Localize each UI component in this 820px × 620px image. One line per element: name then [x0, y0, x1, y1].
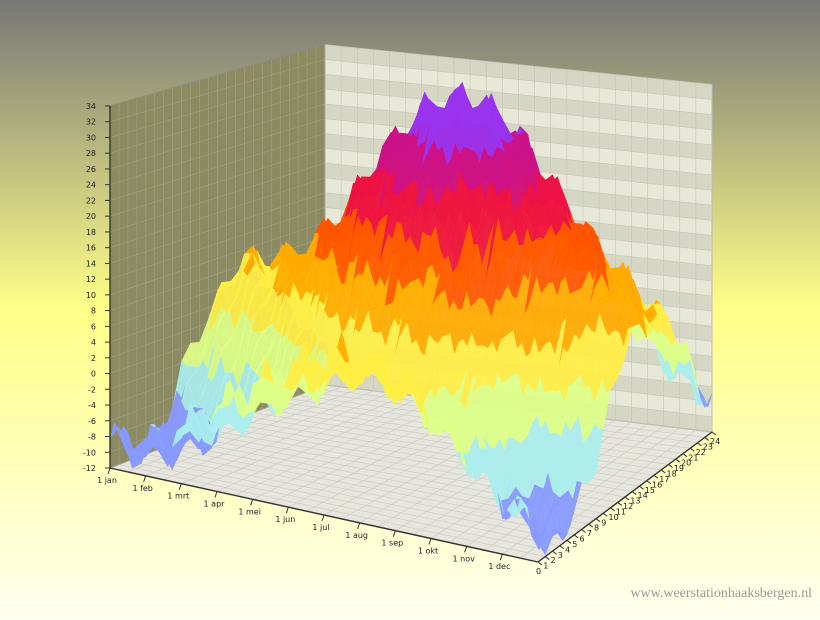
- z-tick-label: 10: [86, 291, 96, 300]
- z-tick-label: 26: [86, 165, 96, 174]
- x-tick-label: 1 jan: [97, 476, 117, 485]
- y-tick-label: 2: [551, 556, 556, 565]
- z-tick-label: 8: [91, 307, 96, 316]
- z-tick-label: -10: [83, 448, 96, 457]
- z-tick-label: 2: [91, 354, 96, 363]
- z-tick-label: 18: [86, 228, 96, 237]
- z-tick-label: 14: [86, 259, 96, 268]
- chart-container: 34 32 30 28 26 24 22 20 18 16 14 12 10 8 6 4 2 0 -2 -4 -6 -8-…: [0, 0, 820, 620]
- x-tick-label: 1 okt: [418, 547, 438, 556]
- z-tick-label: 22: [86, 196, 96, 205]
- z-tick-label: 16: [86, 244, 96, 253]
- z-tick-label: 4: [91, 338, 96, 347]
- y-tick-label: 1: [543, 562, 548, 571]
- watermark: www.weerstationhaaksbergen.nl: [630, 586, 812, 601]
- z-tick-label: 32: [86, 118, 96, 127]
- y-tick-label: 4: [565, 545, 570, 554]
- z-tick-label: 12: [86, 275, 96, 284]
- z-tick-label: 24: [86, 181, 96, 190]
- x-tick-label: 1 apr: [204, 500, 226, 509]
- z-tick-label: -2: [88, 385, 96, 394]
- y-tick-label: 24: [710, 437, 720, 446]
- y-tick-label: 9: [601, 518, 606, 527]
- y-tick-label: 0: [536, 567, 541, 576]
- x-tick-label: 1 jul: [312, 523, 329, 532]
- y-tick-label: 8: [594, 524, 599, 533]
- z-tick-label: -12: [83, 464, 96, 473]
- x-tick-label: 1 sep: [381, 539, 403, 548]
- z-tick-label: 0: [91, 370, 96, 379]
- surface-chart: 3432302826242220181614121086420-2-4-6-8-…: [0, 0, 820, 620]
- y-tick-label: 5: [572, 540, 577, 549]
- z-tick-label: 28: [86, 149, 96, 158]
- z-tick-label: -4: [88, 401, 96, 410]
- y-tick-label: 7: [587, 529, 592, 538]
- x-tick-label: 1 aug: [345, 531, 368, 540]
- z-tick-label: -6: [88, 417, 96, 426]
- x-tick-label: 1 jun: [275, 515, 295, 524]
- x-tick-label: 1 mei: [238, 507, 261, 516]
- x-tick-label: 1 feb: [132, 484, 152, 493]
- z-tick-label: 30: [86, 133, 96, 142]
- z-tick-label: -8: [88, 433, 96, 442]
- z-tick-label: 20: [86, 212, 96, 221]
- x-tick-label: 1 mrt: [167, 492, 189, 501]
- y-tick-label: 6: [580, 535, 585, 544]
- z-tick-label: 34: [86, 102, 96, 111]
- z-tick-label: 6: [91, 322, 96, 331]
- x-tick-label: 1 dec: [488, 562, 510, 571]
- x-tick-label: 1 nov: [452, 554, 475, 563]
- y-tick-label: 3: [558, 551, 563, 560]
